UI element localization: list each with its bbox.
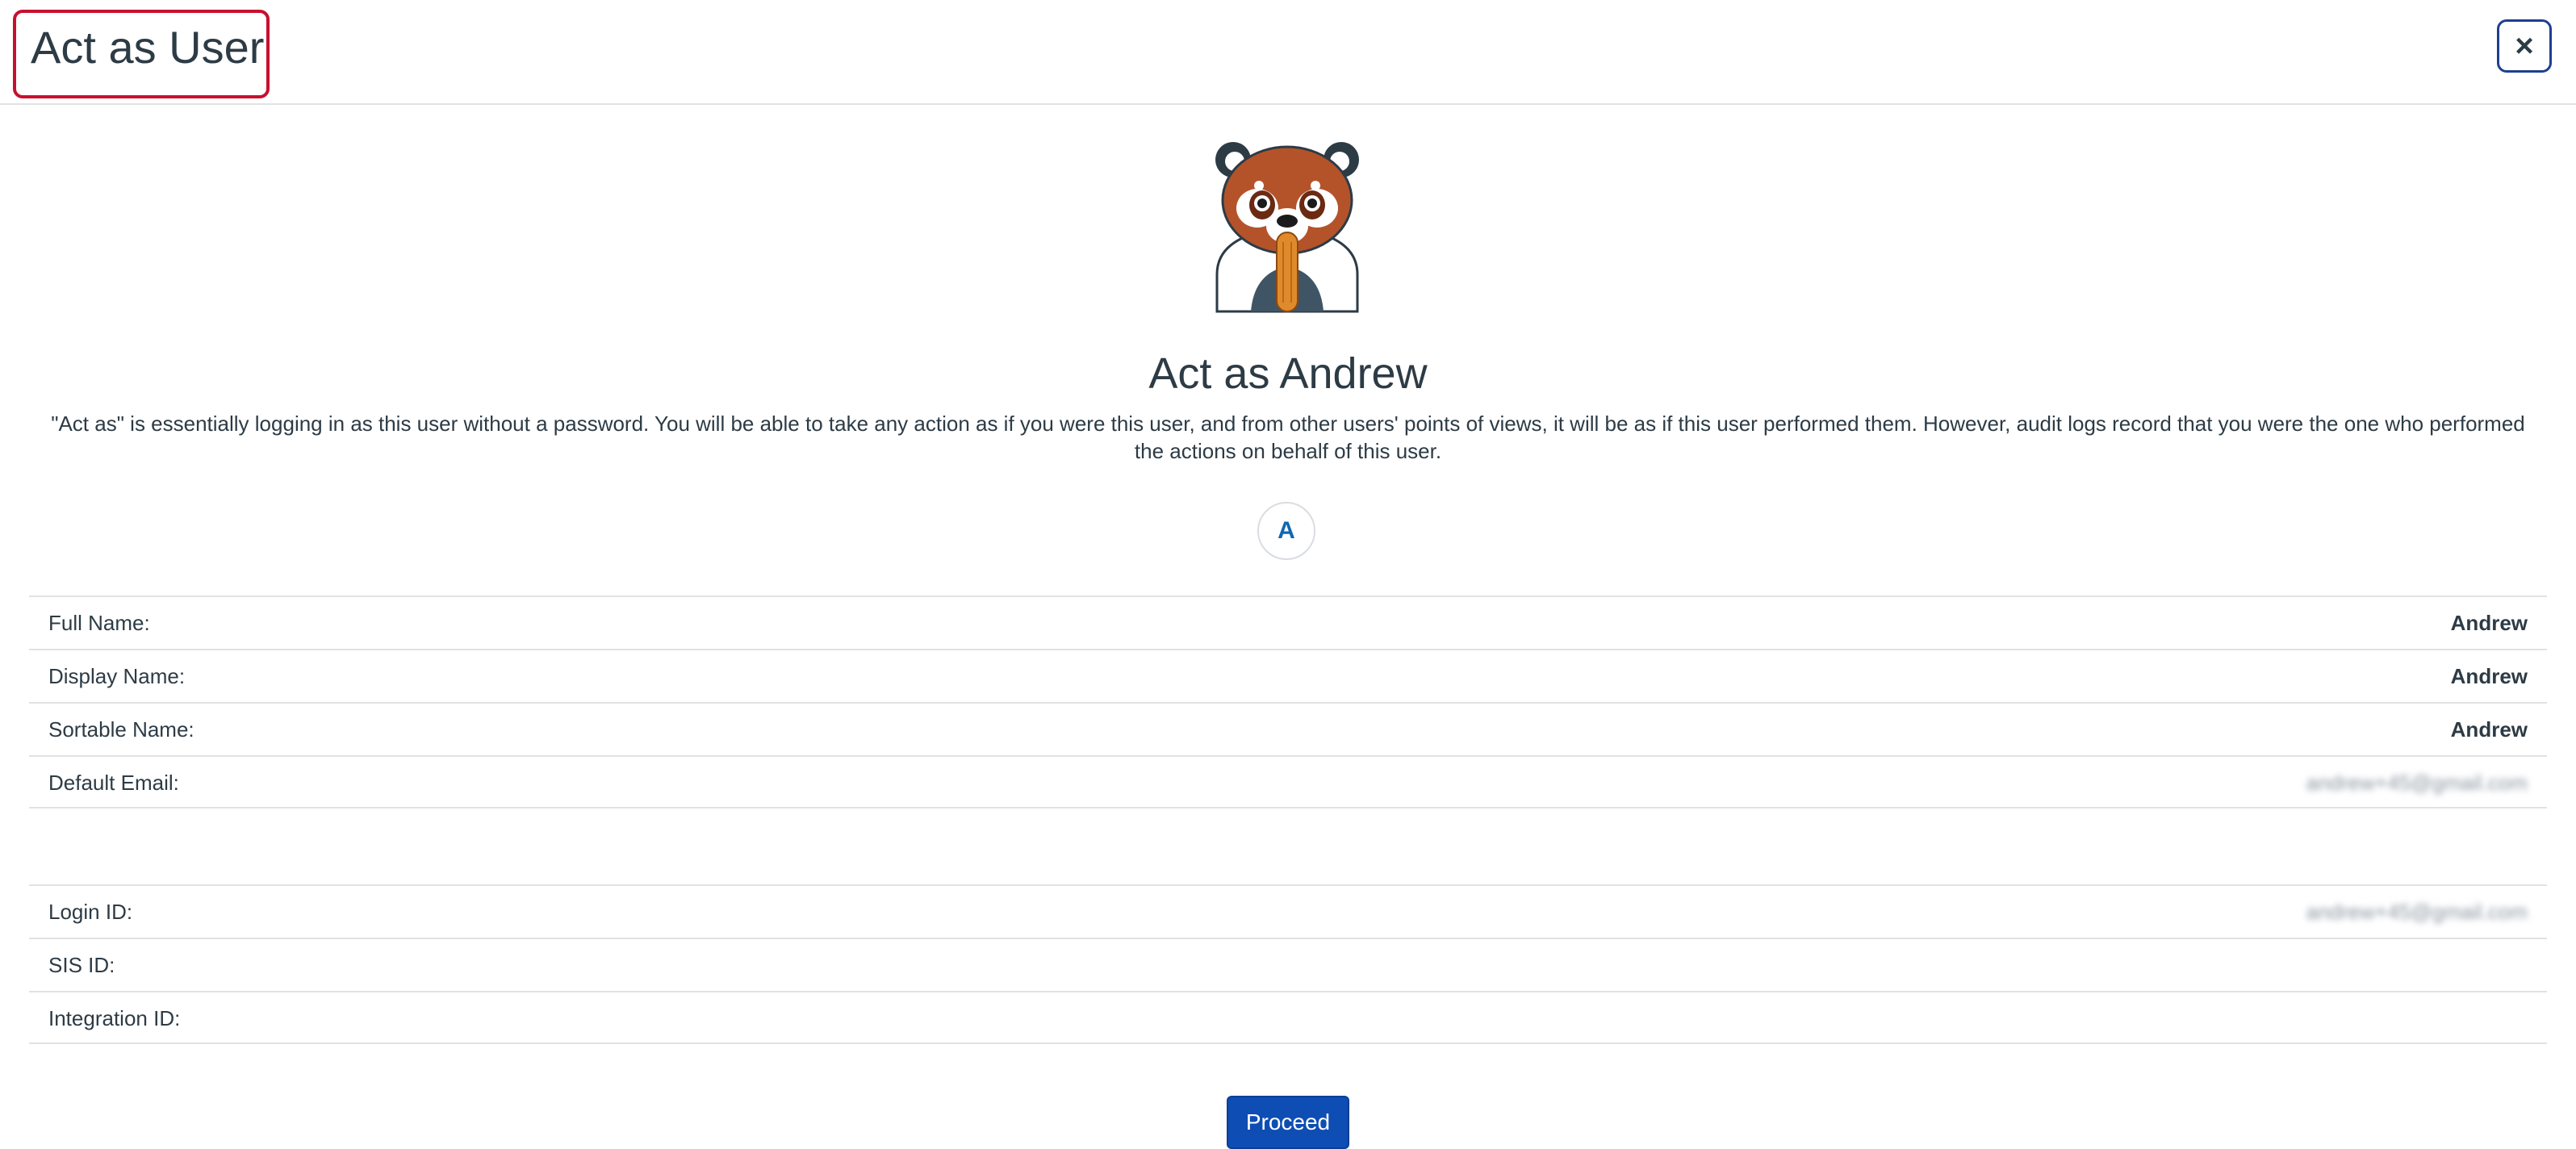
default-email-label: Default Email: xyxy=(48,770,179,795)
display-name-label: Display Name: xyxy=(48,663,186,688)
avatar-initial: A xyxy=(1278,517,1295,544)
integration-id-row: Integration ID: xyxy=(29,991,2547,1044)
modal-header: Act as User × xyxy=(0,0,2576,105)
login-id-row: Login ID: andrew+45@gmail.com xyxy=(29,884,2547,938)
sortable-name-value: Andrew xyxy=(2450,717,2528,742)
proceed-button[interactable]: Proceed xyxy=(1227,1096,1349,1149)
full-name-value: Andrew xyxy=(2450,610,2528,635)
display-name-row: Display Name: Andrew xyxy=(29,649,2547,702)
full-name-label: Full Name: xyxy=(48,610,150,635)
close-icon: × xyxy=(2515,27,2534,64)
avatar: A xyxy=(1257,502,1315,560)
close-button[interactable]: × xyxy=(2497,19,2552,73)
default-email-row: Default Email: andrew+45@gmail.com xyxy=(29,755,2547,808)
sortable-name-label: Sortable Name: xyxy=(48,717,194,742)
login-id-label: Login ID: xyxy=(48,899,133,924)
red-panda-icon xyxy=(1215,142,1359,313)
login-id-value: andrew+45@gmail.com xyxy=(2306,899,2528,924)
act-as-description: "Act as" is essentially logging in as th… xyxy=(51,412,2525,463)
modal-title: Act as User xyxy=(31,22,265,73)
display-name-value: Andrew xyxy=(2450,663,2528,688)
integration-id-label: Integration ID: xyxy=(48,1005,181,1030)
sis-id-label: SIS ID: xyxy=(48,952,115,977)
sis-id-row: SIS ID: xyxy=(29,938,2547,991)
full-name-row: Full Name: Andrew xyxy=(29,595,2547,649)
divider xyxy=(29,1042,2547,1044)
act-as-heading: Act as Andrew xyxy=(1148,349,1428,398)
divider xyxy=(29,807,2547,808)
default-email-value: andrew+45@gmail.com xyxy=(2306,770,2528,795)
sortable-name-row: Sortable Name: Andrew xyxy=(29,702,2547,755)
